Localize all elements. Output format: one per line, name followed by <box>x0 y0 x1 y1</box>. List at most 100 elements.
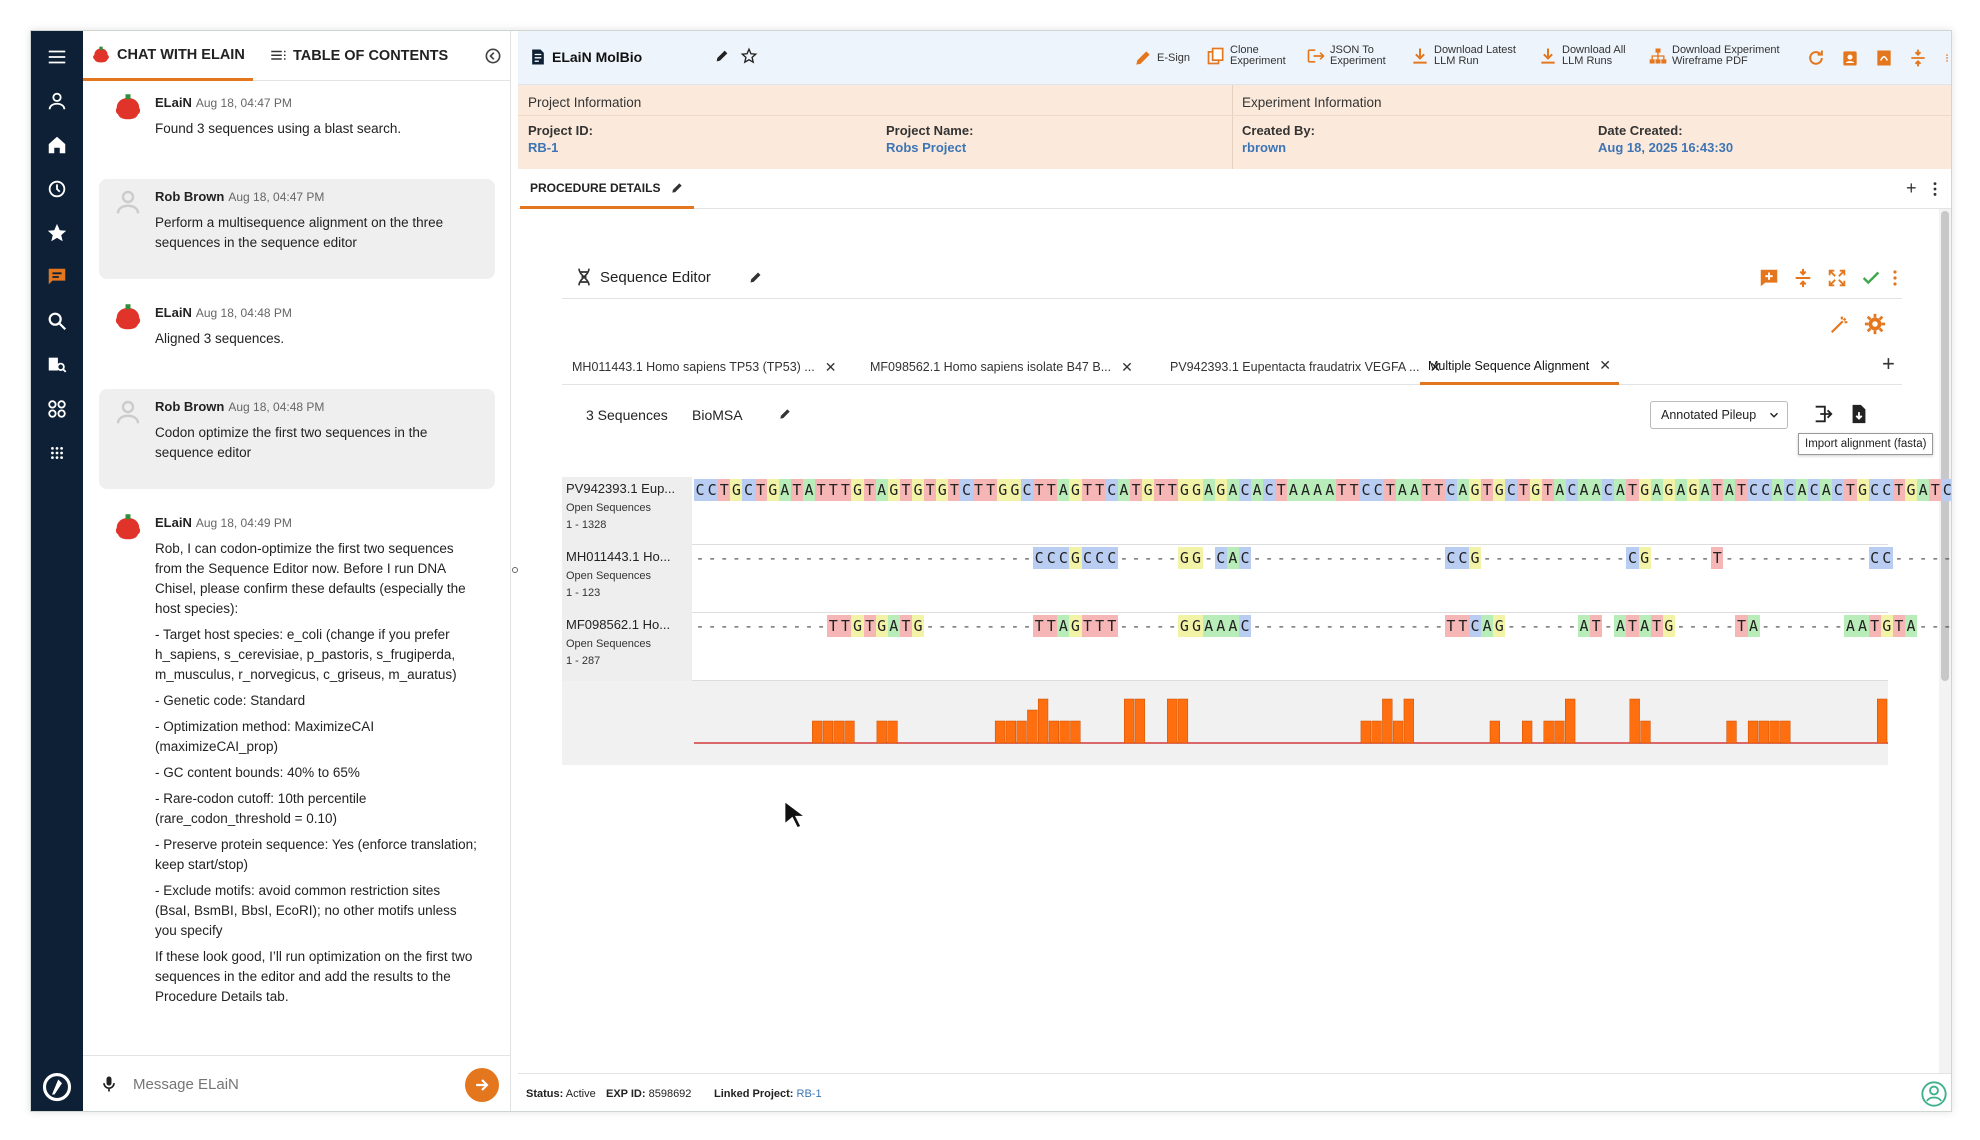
alignment-gap: - <box>1397 549 1407 567</box>
import-file-icon[interactable] <box>1848 403 1870 430</box>
alignment-gap: - <box>1397 617 1407 635</box>
menu-icon[interactable] <box>31 37 83 77</box>
tab-procedure-details[interactable]: PROCEDURE DETAILS <box>520 169 695 209</box>
nucleotide: G <box>1178 479 1191 501</box>
sequence-bases[interactable]: CCTGCTGATATTTGTAGTGTGTCTTGGCTTAGTTCATGTT… <box>694 479 1951 501</box>
scrollbar-track[interactable] <box>1939 209 1951 1073</box>
alignment-gap: - <box>1664 549 1674 567</box>
coverage-bar <box>1371 720 1382 744</box>
edit-pencil-icon[interactable] <box>748 270 763 290</box>
alignment-gap: - <box>1301 617 1311 635</box>
scrollbar-thumb[interactable] <box>1941 211 1949 681</box>
collapse-panel-icon[interactable] <box>483 46 503 66</box>
view-mode-select[interactable]: Annotated Pileup <box>1650 401 1788 429</box>
sequence-label[interactable]: MF098562.1 Ho... Open Sequences 1 - 287 <box>562 613 692 681</box>
project-name-value[interactable]: Robs Project <box>886 140 966 155</box>
nucleotide: A <box>1614 615 1627 637</box>
history-icon[interactable] <box>31 169 83 209</box>
user-icon[interactable] <box>31 81 83 121</box>
star-icon[interactable] <box>31 213 83 253</box>
alignment-gap: - <box>1264 549 1274 567</box>
alignment-gap: - <box>1736 549 1746 567</box>
checkmark-icon[interactable] <box>1860 267 1882 294</box>
experiment-info-header: Experiment Information <box>1242 95 1382 110</box>
add-sequence-tab-icon[interactable]: + <box>1882 353 1895 375</box>
refresh-icon[interactable] <box>1806 48 1830 68</box>
nucleotide: C <box>1238 547 1252 569</box>
clipboard-user-icon[interactable] <box>1840 48 1864 68</box>
search-icon[interactable] <box>31 301 83 341</box>
alignment-gap: - <box>804 617 814 635</box>
add-tab-icon[interactable]: + <box>1906 179 1917 197</box>
expand-collapse-icon[interactable] <box>1908 48 1932 68</box>
download-all-button[interactable]: Download All LLM Runs <box>1538 45 1626 67</box>
close-icon[interactable]: ✕ <box>825 359 837 376</box>
export-icon[interactable] <box>1812 403 1834 430</box>
user-circle-icon[interactable] <box>1920 1080 1948 1111</box>
add-comment-icon[interactable] <box>1758 267 1780 294</box>
tab-multiple-sequence-alignment[interactable]: Multiple Sequence Alignment ✕ <box>1420 349 1619 385</box>
workflow-icon[interactable] <box>31 389 83 429</box>
more-vert-icon[interactable] <box>1892 269 1898 292</box>
alignment-gap: - <box>1010 617 1020 635</box>
esign-button[interactable]: E-Sign <box>1133 48 1190 68</box>
clone-experiment-button[interactable]: Clone Experiment <box>1206 45 1286 67</box>
close-icon[interactable]: ✕ <box>1599 357 1611 374</box>
split-icon[interactable] <box>1792 267 1814 294</box>
nucleotide: T <box>1456 615 1469 637</box>
coverage-bar <box>1758 720 1769 744</box>
download-wireframe-pdf-button[interactable]: Download Experiment Wireframe PDF <box>1648 45 1780 67</box>
magic-wand-icon[interactable] <box>1828 313 1852 340</box>
alignment-gap: - <box>1434 549 1444 567</box>
favorite-star-icon[interactable] <box>740 47 762 65</box>
alignment-gap: - <box>1579 549 1589 567</box>
nucleotide: G <box>875 615 888 637</box>
tab-chat-with-elain[interactable]: CHAT WITH ELAIN <box>83 31 253 81</box>
more-vert-icon[interactable] <box>1942 48 1951 68</box>
chat-icon[interactable] <box>31 257 83 297</box>
json-to-experiment-button[interactable]: JSON To Experiment <box>1306 45 1386 67</box>
chat-panel: CHAT WITH ELAIN TABLE OF CONTENTS ELaiN A… <box>83 31 511 1111</box>
alignment-gap: - <box>1276 617 1286 635</box>
nucleotide: A <box>1408 479 1421 501</box>
send-button[interactable] <box>465 1068 499 1102</box>
download-latest-button[interactable]: Download Latest LLM Run <box>1410 45 1516 67</box>
alignment-gap: - <box>1506 549 1516 567</box>
nucleotide: C <box>1868 547 1881 569</box>
project-id-value[interactable]: RB-1 <box>528 140 558 155</box>
edit-pencil-icon[interactable] <box>670 181 684 195</box>
tab-sequence-pv942393[interactable]: PV942393.1 Eupentacta fraudatrix VEGFA .… <box>1170 349 1441 385</box>
more-vert-icon[interactable] <box>1932 181 1938 202</box>
close-icon[interactable]: ✕ <box>1121 359 1133 376</box>
tab-table-of-contents[interactable]: TABLE OF CONTENTS <box>269 31 448 81</box>
microphone-icon[interactable] <box>99 1074 119 1099</box>
alignment-gap: - <box>1167 549 1177 567</box>
edit-pencil-icon[interactable] <box>778 407 792 426</box>
nucleotide: G <box>730 479 743 501</box>
tab-sequence-mf098562[interactable]: MF098562.1 Homo sapiens isolate B47 B...… <box>870 349 1133 385</box>
created-by-value: rbrown <box>1242 140 1287 155</box>
pdf-icon[interactable] <box>1874 48 1898 68</box>
sequence-bases[interactable]: -----------TTGTGATG---------TTAGTTT-----… <box>694 615 1951 637</box>
settings-gear-icon[interactable] <box>1864 313 1886 340</box>
nucleotide: C <box>1033 547 1046 569</box>
dna-icon <box>578 268 590 286</box>
nucleotide: G <box>1069 479 1082 501</box>
alignment-gap: - <box>1385 617 1395 635</box>
book-search-icon[interactable] <box>31 345 83 385</box>
sequence-label[interactable]: MH011443.1 Ho... Open Sequences 1 - 123 <box>562 545 692 613</box>
nucleotide: T <box>1735 615 1748 637</box>
home-icon[interactable] <box>31 125 83 165</box>
tab-sequence-mh011443[interactable]: MH011443.1 Homo sapiens TP53 (TP53) ... ✕ <box>572 349 836 385</box>
linked-project-value[interactable]: RB-1 <box>797 1088 822 1100</box>
edit-title-icon[interactable] <box>714 48 734 64</box>
fullscreen-icon[interactable] <box>1826 267 1848 294</box>
message-input[interactable] <box>133 1070 433 1098</box>
sequence-label[interactable]: PV942393.1 Eup... Open Sequences 1 - 1328 <box>562 477 692 545</box>
sequence-bases[interactable]: ----------------------------CCCGCCC-----… <box>694 547 1951 569</box>
apps-grid-icon[interactable] <box>31 433 83 473</box>
coverage-bar <box>1037 698 1049 744</box>
alignment-gap: - <box>1349 549 1359 567</box>
message-time: Aug 18, 04:47 PM <box>228 190 325 204</box>
nucleotide: A <box>1699 479 1712 501</box>
